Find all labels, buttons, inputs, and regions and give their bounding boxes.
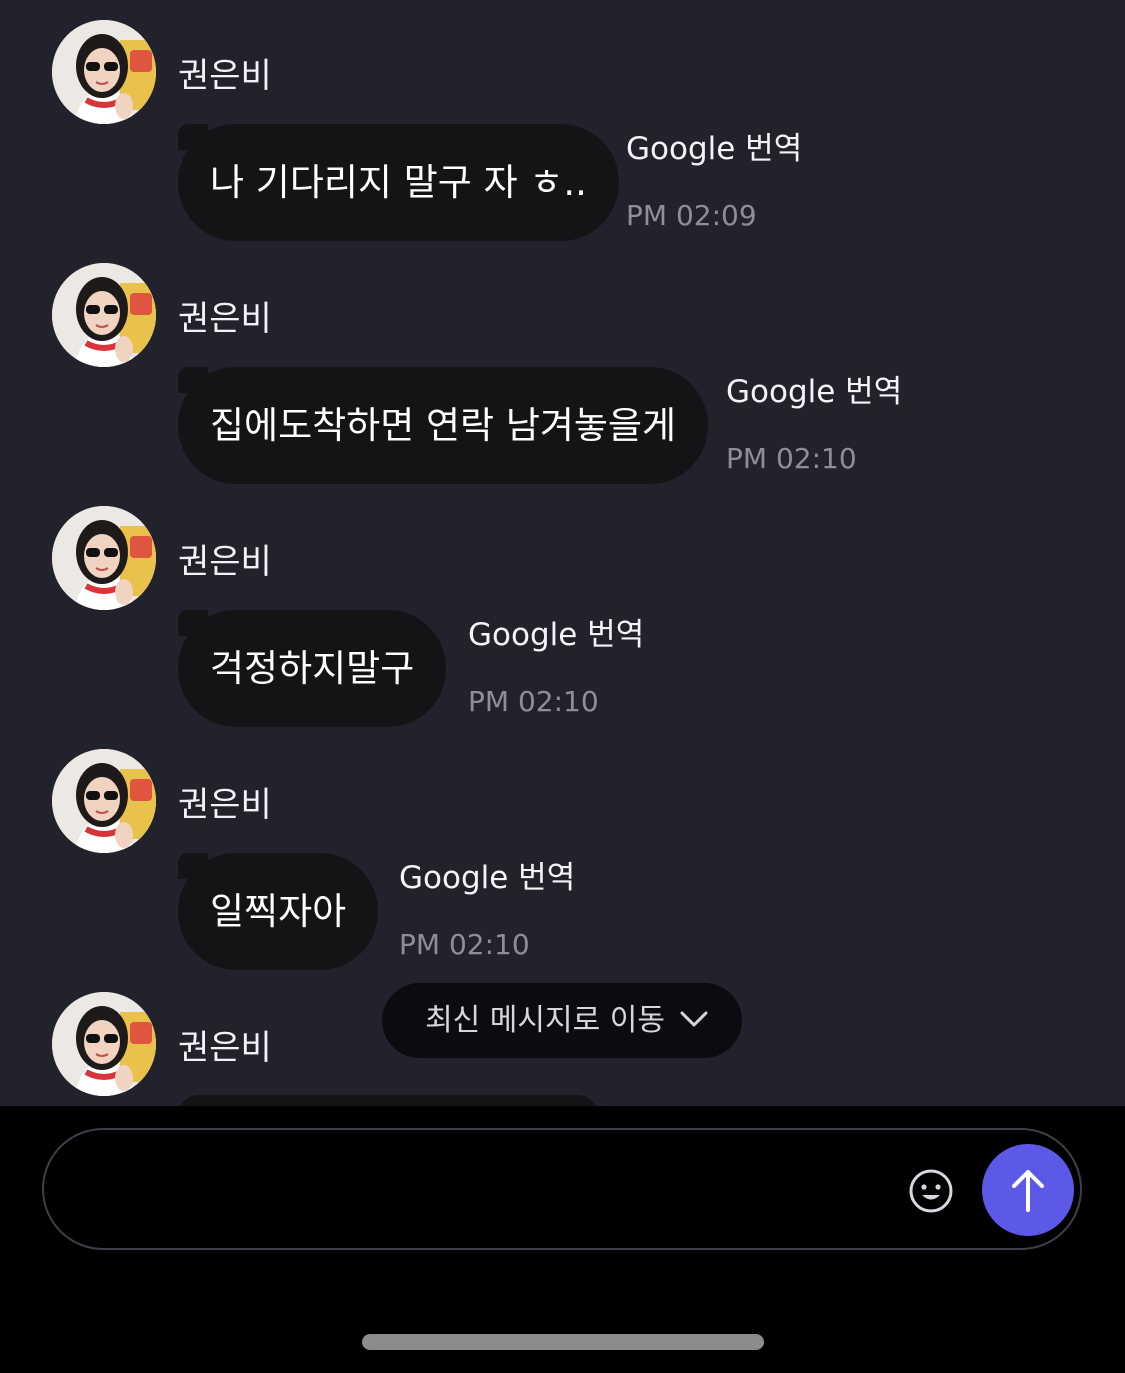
- sender-name: 권은비: [178, 542, 272, 582]
- google-translate-link[interactable]: Google 번역: [399, 857, 575, 899]
- message-meta: Google 번역 PM 02:10: [468, 614, 644, 722]
- arrow-up-icon: [1012, 1170, 1044, 1212]
- message-meta: Google 번역 PM 02:10: [399, 857, 575, 965]
- message-composer: [42, 1128, 1082, 1250]
- message-bubble[interactable]: 집에도착하면 연락 남겨놓을게: [178, 367, 709, 484]
- message-bubble[interactable]: 걱정하지말구: [178, 610, 447, 727]
- sender-name: 권은비: [178, 785, 272, 825]
- home-indicator[interactable]: [362, 1334, 764, 1350]
- message-item: 권은비 일찍자아 Google 번역 PM 02:10: [0, 729, 1125, 972]
- jump-to-latest-button[interactable]: 최신 메시지로 이동: [382, 983, 742, 1058]
- smile-icon[interactable]: [908, 1168, 954, 1214]
- jump-to-latest-label: 최신 메시지로 이동: [425, 1003, 665, 1038]
- avatar[interactable]: [52, 263, 156, 367]
- message-bubble-partial[interactable]: [178, 1095, 598, 1106]
- message-bubble[interactable]: 나 기다리지 말구 자 ㅎ..: [178, 124, 619, 241]
- message-timestamp: PM 02:10: [468, 685, 599, 718]
- message-meta: Google 번역 PM 02:10: [726, 371, 902, 479]
- avatar[interactable]: [52, 506, 156, 610]
- google-translate-link[interactable]: Google 번역: [468, 614, 644, 656]
- message-timestamp: PM 02:10: [399, 928, 530, 961]
- message-timestamp: PM 02:10: [726, 442, 857, 475]
- avatar[interactable]: [52, 20, 156, 124]
- sender-name: 권은비: [178, 1028, 272, 1068]
- send-button[interactable]: [982, 1144, 1074, 1236]
- message-item: 권은비 집에도착하면 연락 남겨놓을게 Google 번역 PM 02:10: [0, 243, 1125, 486]
- message-timestamp: PM 02:09: [626, 199, 757, 232]
- message-item: 권은비 걱정하지말구 Google 번역 PM 02:10: [0, 486, 1125, 729]
- google-translate-link[interactable]: Google 번역: [626, 128, 802, 170]
- sender-name: 권은비: [178, 56, 272, 96]
- message-input[interactable]: [84, 1160, 888, 1222]
- sender-name: 권은비: [178, 299, 272, 339]
- chat-area[interactable]: 권은비 나 기다리지 말구 자 ㅎ.. Google 번역 PM 02:09 권…: [0, 0, 1125, 1106]
- message-meta: Google 번역 PM 02:09: [626, 128, 802, 236]
- chevron-down-icon: [680, 1011, 708, 1027]
- message-item: 권은비 나 기다리지 말구 자 ㅎ.. Google 번역 PM 02:09: [0, 0, 1125, 243]
- avatar[interactable]: [52, 992, 156, 1096]
- message-bubble[interactable]: 일찍자아: [178, 853, 379, 970]
- avatar[interactable]: [52, 749, 156, 853]
- google-translate-link[interactable]: Google 번역: [726, 371, 902, 413]
